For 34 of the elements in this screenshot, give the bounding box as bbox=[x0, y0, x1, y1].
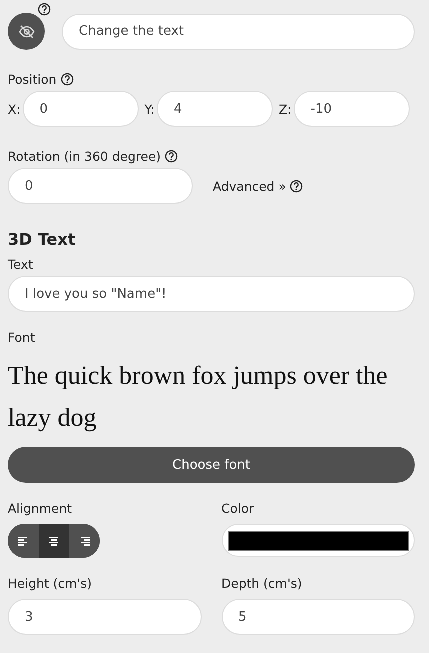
help-icon[interactable] bbox=[60, 73, 74, 86]
choose-font-button[interactable]: Choose font bbox=[8, 447, 415, 483]
font-label: Font bbox=[8, 330, 36, 345]
section-title: 3D Text bbox=[8, 230, 77, 249]
alignment-label: Alignment bbox=[8, 501, 72, 516]
coordinate-input[interactable]: -10 bbox=[294, 91, 410, 127]
text-label: Text bbox=[8, 257, 34, 272]
text-input[interactable]: I love you so "Name"! bbox=[8, 276, 415, 312]
height-input[interactable]: 3 bbox=[8, 599, 202, 635]
coordinate-input[interactable]: 4 bbox=[156, 91, 273, 127]
coordinate-input[interactable]: 0 bbox=[22, 91, 139, 127]
depth-label: Depth (cm's) bbox=[222, 576, 302, 591]
color-picker[interactable] bbox=[222, 524, 415, 557]
align-right-icon bbox=[78, 535, 91, 547]
position-label: Position bbox=[8, 72, 57, 87]
align-left-icon bbox=[17, 535, 30, 547]
height-label: Height (cm's) bbox=[8, 576, 92, 591]
rotation-input[interactable]: 0 bbox=[8, 168, 193, 204]
visibility-toggle-button[interactable] bbox=[8, 13, 45, 50]
help-icon[interactable] bbox=[38, 3, 51, 16]
color-label: Color bbox=[222, 501, 254, 516]
advanced-link[interactable]: Advanced » bbox=[213, 178, 286, 194]
axis-label: Z: bbox=[278, 102, 292, 116]
align-center-icon bbox=[48, 535, 60, 547]
name-input[interactable]: Change the text bbox=[62, 14, 415, 50]
align-button[interactable] bbox=[38, 524, 70, 558]
help-icon[interactable] bbox=[290, 180, 304, 192]
axis-label: Y: bbox=[144, 102, 155, 116]
eye-slash-icon bbox=[18, 24, 34, 38]
help-icon[interactable] bbox=[165, 150, 178, 163]
depth-input[interactable]: 5 bbox=[222, 599, 415, 635]
axis-label: X: bbox=[8, 102, 21, 116]
font-preview: The quick brown fox jumps over the lazy dog bbox=[8, 360, 389, 434]
rotation-label: Rotation (in 360 degree) bbox=[8, 149, 162, 164]
